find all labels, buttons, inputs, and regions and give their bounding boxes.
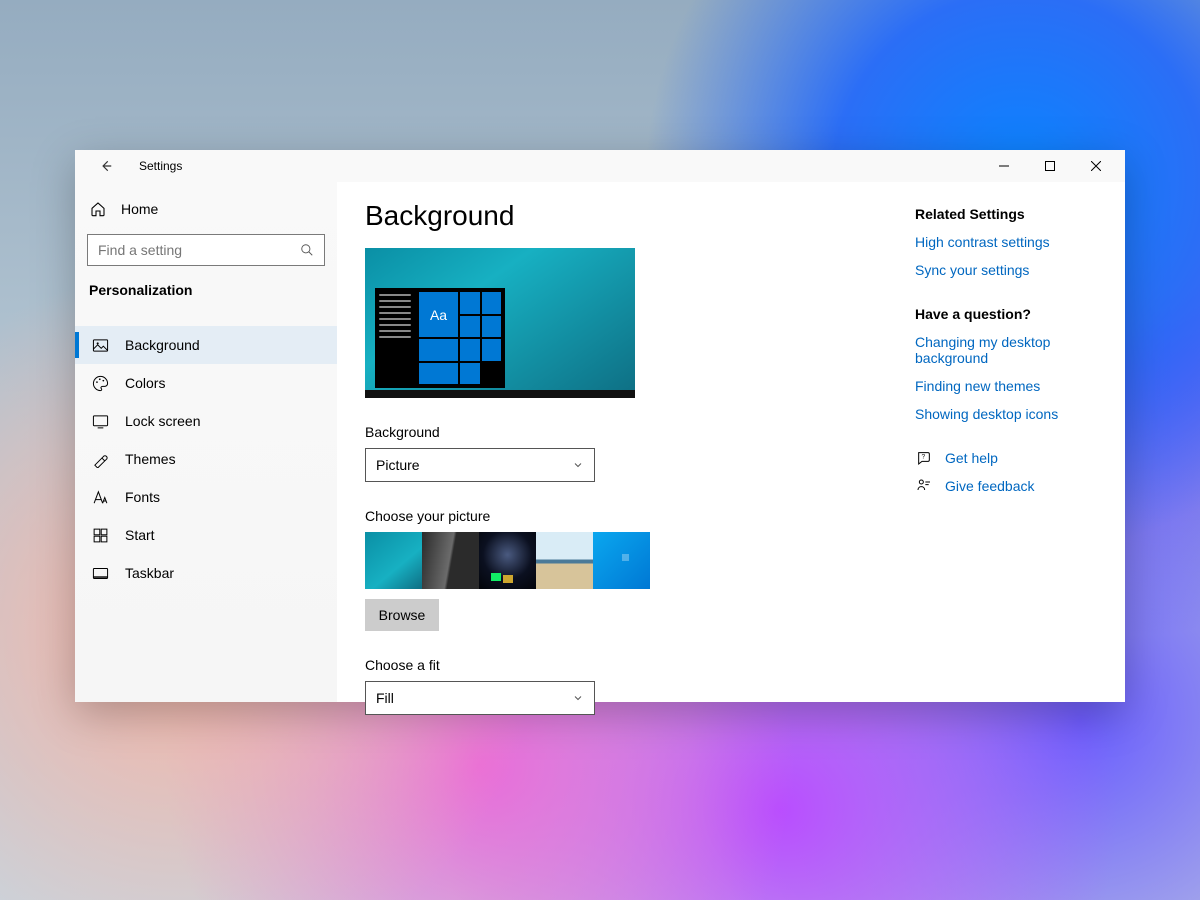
sidebar-item-label: Taskbar: [125, 565, 174, 581]
picture-thumbnail[interactable]: [593, 532, 650, 589]
chevron-down-icon: [572, 459, 584, 471]
give-feedback-link[interactable]: Give feedback: [915, 478, 1085, 494]
palette-icon: [91, 374, 109, 392]
sidebar-item-label: Start: [125, 527, 155, 543]
page-title: Background: [365, 200, 885, 232]
sidebar-home-label: Home: [121, 201, 158, 217]
sidebar-item-background[interactable]: Background: [75, 326, 337, 364]
main-content: Background Aa Background Picture: [365, 200, 885, 702]
link-showing-icons[interactable]: Showing desktop icons: [915, 406, 1085, 422]
link-sync-settings[interactable]: Sync your settings: [915, 262, 1085, 278]
back-button[interactable]: [91, 151, 121, 181]
get-help-link[interactable]: ? Get help: [915, 450, 1085, 466]
link-changing-background[interactable]: Changing my desktop background: [915, 334, 1085, 366]
search-placeholder: Find a setting: [98, 242, 300, 258]
themes-icon: [91, 450, 109, 468]
minimize-icon: [999, 161, 1009, 171]
fonts-icon: [91, 488, 109, 506]
back-arrow-icon: [99, 159, 113, 173]
sidebar-item-start[interactable]: Start: [75, 516, 337, 554]
preview-sample-text: Aa: [419, 292, 458, 337]
link-finding-themes[interactable]: Finding new themes: [915, 378, 1085, 394]
svg-text:?: ?: [921, 454, 925, 461]
preview-taskbar: [365, 390, 635, 398]
titlebar: Settings: [75, 150, 1125, 182]
sidebar-item-themes[interactable]: Themes: [75, 440, 337, 478]
fit-dropdown-value: Fill: [376, 690, 394, 706]
background-dropdown-value: Picture: [376, 457, 420, 473]
sidebar-item-label: Colors: [125, 375, 165, 391]
maximize-icon: [1045, 161, 1055, 171]
search-input[interactable]: Find a setting: [87, 234, 325, 266]
related-settings-heading: Related Settings: [915, 206, 1085, 222]
window-controls: [981, 150, 1119, 182]
picture-thumbnail[interactable]: [479, 532, 536, 589]
browse-button[interactable]: Browse: [365, 599, 439, 631]
chevron-down-icon: [572, 692, 584, 704]
maximize-button[interactable]: [1027, 150, 1073, 182]
preview-startmenu: Aa: [375, 288, 505, 388]
help-icon: ?: [915, 450, 933, 466]
aside-panel: Related Settings High contrast settings …: [885, 200, 1125, 702]
sidebar-item-label: Lock screen: [125, 413, 200, 429]
sidebar-item-label: Themes: [125, 451, 176, 467]
sidebar-item-taskbar[interactable]: Taskbar: [75, 554, 337, 592]
sidebar-item-colors[interactable]: Colors: [75, 364, 337, 402]
link-high-contrast[interactable]: High contrast settings: [915, 234, 1085, 250]
taskbar-icon: [91, 564, 109, 582]
search-icon: [300, 243, 314, 257]
sidebar-item-label: Background: [125, 337, 200, 353]
picture-thumbnail[interactable]: [536, 532, 593, 589]
feedback-icon: [915, 478, 933, 494]
minimize-button[interactable]: [981, 150, 1027, 182]
sidebar-nav: Background Colors Lock screen Themes Fon…: [75, 326, 337, 592]
sidebar-item-label: Fonts: [125, 489, 160, 505]
background-preview: Aa: [365, 248, 635, 398]
close-button[interactable]: [1073, 150, 1119, 182]
picture-thumbnail[interactable]: [365, 532, 422, 589]
picture-thumbnails: [365, 532, 885, 589]
sidebar: Home Find a setting Personalization Back…: [75, 182, 337, 702]
lockscreen-icon: [91, 412, 109, 430]
picture-icon: [91, 336, 109, 354]
sidebar-home[interactable]: Home: [75, 192, 337, 226]
background-dropdown[interactable]: Picture: [365, 448, 595, 482]
choose-picture-label: Choose your picture: [365, 508, 885, 524]
settings-window: Settings Home Find a setting: [75, 150, 1125, 702]
have-question-heading: Have a question?: [915, 306, 1085, 322]
picture-thumbnail[interactable]: [422, 532, 479, 589]
choose-fit-label: Choose a fit: [365, 657, 885, 673]
window-title: Settings: [139, 159, 182, 173]
close-icon: [1091, 161, 1101, 171]
get-help-label: Get help: [945, 450, 998, 466]
home-icon: [89, 200, 107, 218]
sidebar-item-fonts[interactable]: Fonts: [75, 478, 337, 516]
sidebar-item-lockscreen[interactable]: Lock screen: [75, 402, 337, 440]
sidebar-category: Personalization: [75, 270, 337, 308]
background-dropdown-label: Background: [365, 424, 885, 440]
start-icon: [91, 526, 109, 544]
fit-dropdown[interactable]: Fill: [365, 681, 595, 715]
give-feedback-label: Give feedback: [945, 478, 1035, 494]
